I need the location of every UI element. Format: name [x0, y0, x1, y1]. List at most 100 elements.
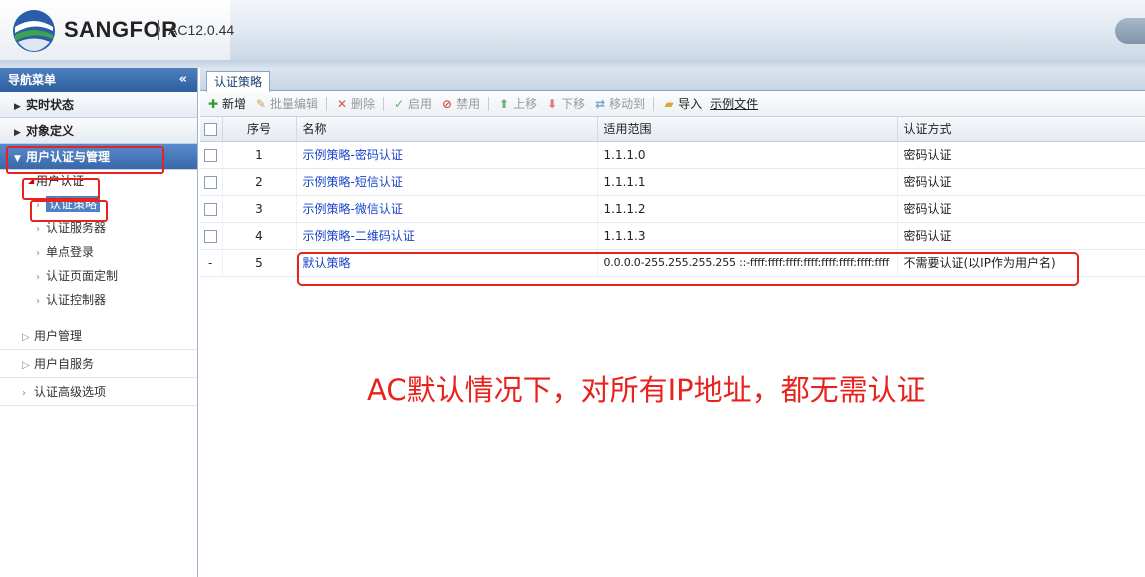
header-user-pill[interactable]	[1115, 18, 1145, 44]
tab-bar: 认证策略	[200, 68, 1145, 92]
sidebar-item-user-self-service[interactable]: ▷ 用户自服务	[0, 350, 197, 378]
chevron-right-icon: ›	[36, 272, 40, 283]
column-header-scope[interactable]: 适用范围	[597, 117, 898, 142]
sidebar-item-label: 单点登录	[46, 245, 95, 259]
select-all-checkbox-cell[interactable]	[200, 117, 223, 142]
highlight-box-default-policy	[297, 252, 1079, 286]
column-header-name[interactable]: 名称	[296, 117, 598, 142]
check-icon: ✓	[394, 96, 405, 111]
chevron-right-icon: ›	[36, 296, 40, 307]
annotation-text: AC默认情况下，对所有IP地址，都无需认证	[367, 373, 926, 407]
chevron-right-icon: ▶	[14, 128, 21, 138]
row-checkbox[interactable]	[204, 202, 217, 216]
move-to-icon: ⇄	[595, 96, 606, 111]
collapse-icon[interactable]: «	[179, 68, 187, 92]
cell-method: 密码认证	[897, 222, 1145, 250]
pencil-icon: ✎	[255, 96, 267, 111]
chevron-right-icon: ▷	[22, 360, 30, 371]
main-panel: 认证策略 ✚ 新增 ✎ 批量编辑 ✕ 删除 ✓ 启用 ⊘ 禁用 ⬆ 上移 ⬇ 下移 ⇄ 移动到 …	[200, 68, 1145, 577]
sidebar-group-object-definition[interactable]: ▶ 对象定义	[0, 118, 197, 144]
tab-auth-policy[interactable]: 认证策略	[206, 71, 271, 92]
cell-no: 1	[222, 141, 297, 169]
move-to-button[interactable]: ⇄ 移动到	[593, 95, 645, 112]
sidebar-item-label: 认证服务器	[46, 221, 107, 235]
cell-scope: 1.1.1.3	[597, 222, 898, 250]
column-header-method[interactable]: 认证方式	[897, 117, 1145, 142]
sidebar-item-label: 认证高级选项	[34, 385, 107, 399]
cell-name: 示例策略-二维码认证	[296, 222, 598, 250]
sidebar-item-auth-advanced[interactable]: › 认证高级选项	[0, 378, 197, 406]
move-up-label: 上移	[513, 97, 538, 111]
disable-label: 禁用	[456, 97, 481, 111]
toolbar-separator	[383, 96, 385, 111]
arrow-down-icon: ⬇	[547, 96, 558, 111]
sidebar-item-auth-page-custom[interactable]: › 认证页面定制	[0, 264, 197, 288]
version-label: AC12.0.44	[168, 22, 235, 38]
toolbar: ✚ 新增 ✎ 批量编辑 ✕ 删除 ✓ 启用 ⊘ 禁用 ⬆ 上移 ⬇ 下移 ⇄ 移动到 ▰ 导入 示…	[200, 91, 1145, 117]
row-checkbox-cell[interactable]	[200, 168, 223, 196]
arrow-up-icon: ⬆	[499, 96, 510, 111]
table-row[interactable]: 4 示例策略-二维码认证 1.1.1.3 密码认证	[200, 222, 1145, 250]
cell-no: 3	[222, 195, 297, 223]
brand-name: SANGFOR	[64, 17, 178, 42]
move-down-label: 下移	[561, 97, 586, 111]
row-check-cell: -	[200, 249, 223, 277]
chevron-right-icon: ▶	[14, 102, 21, 112]
cell-scope: 1.1.1.1	[597, 168, 898, 196]
move-up-button[interactable]: ⬆ 上移	[497, 95, 537, 112]
top-header: SANGFOR AC12.0.44	[0, 0, 1145, 62]
table-row[interactable]: 3 示例策略-微信认证 1.1.1.2 密码认证	[200, 195, 1145, 223]
row-checkbox-cell[interactable]	[200, 195, 223, 223]
cell-name: 示例策略-微信认证	[296, 195, 598, 223]
toolbar-separator	[488, 96, 490, 111]
row-checkbox-cell[interactable]	[200, 141, 223, 169]
sidebar-item-label: 认证控制器	[46, 293, 107, 307]
policy-name-link[interactable]: 示例策略-短信认证	[303, 175, 403, 189]
sidebar-item-auth-controller[interactable]: › 认证控制器	[0, 288, 197, 312]
cell-no: 4	[222, 222, 297, 250]
row-checkbox[interactable]	[204, 175, 217, 189]
version-separator	[158, 20, 159, 40]
row-checkbox[interactable]	[204, 148, 217, 162]
sidebar-item-sso[interactable]: › 单点登录	[0, 240, 197, 264]
policy-name-link[interactable]: 示例策略-微信认证	[303, 202, 403, 216]
add-button[interactable]: ✚ 新增	[206, 95, 246, 112]
sidebar-item-user-management[interactable]: ▷ 用户管理	[0, 322, 197, 350]
cell-no: 5	[222, 249, 297, 277]
cell-method: 密码认证	[897, 195, 1145, 223]
chevron-right-icon: ›	[22, 388, 26, 399]
select-all-checkbox[interactable]	[204, 122, 217, 136]
row-checkbox[interactable]	[204, 229, 217, 243]
enable-label: 启用	[408, 97, 433, 111]
move-down-button[interactable]: ⬇ 下移	[545, 95, 585, 112]
sidebar: 导航菜单 « ▶ 实时状态 ▶ 对象定义 ▼ 用户认证与管理 ◢ 用户认证 › 认证策略…	[0, 68, 198, 577]
delete-x-icon: ✕	[337, 96, 348, 111]
delete-button[interactable]: ✕ 删除	[335, 95, 375, 112]
batch-edit-button[interactable]: ✎ 批量编辑	[254, 95, 318, 112]
table-header-row: 序号 名称 适用范围 认证方式	[200, 117, 1145, 142]
column-header-no[interactable]: 序号	[222, 117, 297, 142]
table-row[interactable]: 2 示例策略-短信认证 1.1.1.1 密码认证	[200, 168, 1145, 196]
enable-button[interactable]: ✓ 启用	[392, 95, 432, 112]
highlight-box-auth-policy	[30, 200, 108, 222]
sidebar-group-label: 对象定义	[26, 124, 75, 138]
forbidden-icon: ⊘	[442, 96, 453, 111]
toolbar-separator	[326, 96, 328, 111]
logo-area: SANGFOR AC12.0.44	[0, 0, 234, 60]
example-file-link[interactable]: 示例文件	[710, 95, 758, 112]
row-checkbox-cell[interactable]	[200, 222, 223, 250]
chevron-right-icon: ▷	[22, 332, 30, 343]
import-label: 导入	[678, 97, 703, 111]
cell-name: 示例策略-密码认证	[296, 141, 598, 169]
disable-button[interactable]: ⊘ 禁用	[440, 95, 480, 112]
sidebar-group-realtime-status[interactable]: ▶ 实时状态	[0, 92, 197, 118]
row-no-checkbox-dash: -	[208, 255, 213, 270]
add-label: 新增	[222, 97, 247, 111]
policy-name-link[interactable]: 示例策略-密码认证	[303, 148, 403, 162]
policy-name-link[interactable]: 示例策略-二维码认证	[303, 229, 415, 243]
table-row[interactable]: 1 示例策略-密码认证 1.1.1.0 密码认证	[200, 141, 1145, 169]
import-button[interactable]: ▰ 导入	[662, 95, 703, 112]
sidebar-title: 导航菜单 «	[0, 68, 197, 92]
cell-method: 密码认证	[897, 141, 1145, 169]
sangfor-logo-icon	[13, 10, 55, 52]
